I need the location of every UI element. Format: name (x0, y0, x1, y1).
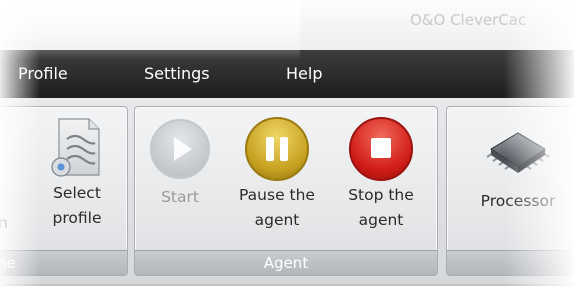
stop-agent-button[interactable]: Stop the agent (331, 111, 431, 233)
stop-icon (349, 117, 413, 181)
menu-bar: Profile Settings Help (0, 50, 574, 98)
processor-label: Processor (480, 192, 556, 210)
play-icon (150, 119, 210, 179)
menu-profile[interactable]: Profile (18, 64, 68, 83)
partial-button-label: n (0, 214, 8, 232)
app-window: O&O CleverCac Profile Settings Help n Se… (0, 0, 574, 284)
ribbon: n Select profile e Start Pause the agent… (0, 98, 574, 284)
menu-settings[interactable]: Settings (144, 64, 210, 83)
menu-help[interactable]: Help (286, 64, 322, 83)
pause-label-1: Pause the (239, 186, 315, 204)
stop-label-2: agent (358, 211, 404, 229)
processor-chip-icon (483, 123, 553, 185)
pause-label-2: agent (254, 211, 300, 229)
pause-icon (245, 117, 309, 181)
ribbon-group-profile-label: ne (0, 250, 127, 275)
profile-document-icon (45, 115, 109, 181)
select-profile-button[interactable]: Select profile (37, 111, 117, 231)
partial-button[interactable]: n (0, 211, 15, 236)
processor-button[interactable]: Processor (463, 111, 573, 214)
select-profile-label-1: Select (53, 184, 101, 202)
start-label: Start (161, 188, 199, 206)
stop-label-1: Stop the (348, 186, 414, 204)
ribbon-group-profile: n Select profile e (0, 106, 128, 276)
select-profile-label-2: profile (52, 209, 102, 227)
title-bar: O&O CleverCac (0, 0, 574, 50)
start-button[interactable]: Start (145, 111, 215, 210)
pause-agent-button[interactable]: Pause the agent (225, 111, 329, 233)
window-title: O&O CleverCac (410, 11, 527, 29)
ribbon-group-system-label (447, 250, 574, 275)
ribbon-group-agent: Start Pause the agent Stop the agent Age… (134, 106, 438, 276)
ribbon-group-agent-label: Agent (135, 250, 437, 275)
ribbon-group-system: Processor (446, 106, 574, 276)
